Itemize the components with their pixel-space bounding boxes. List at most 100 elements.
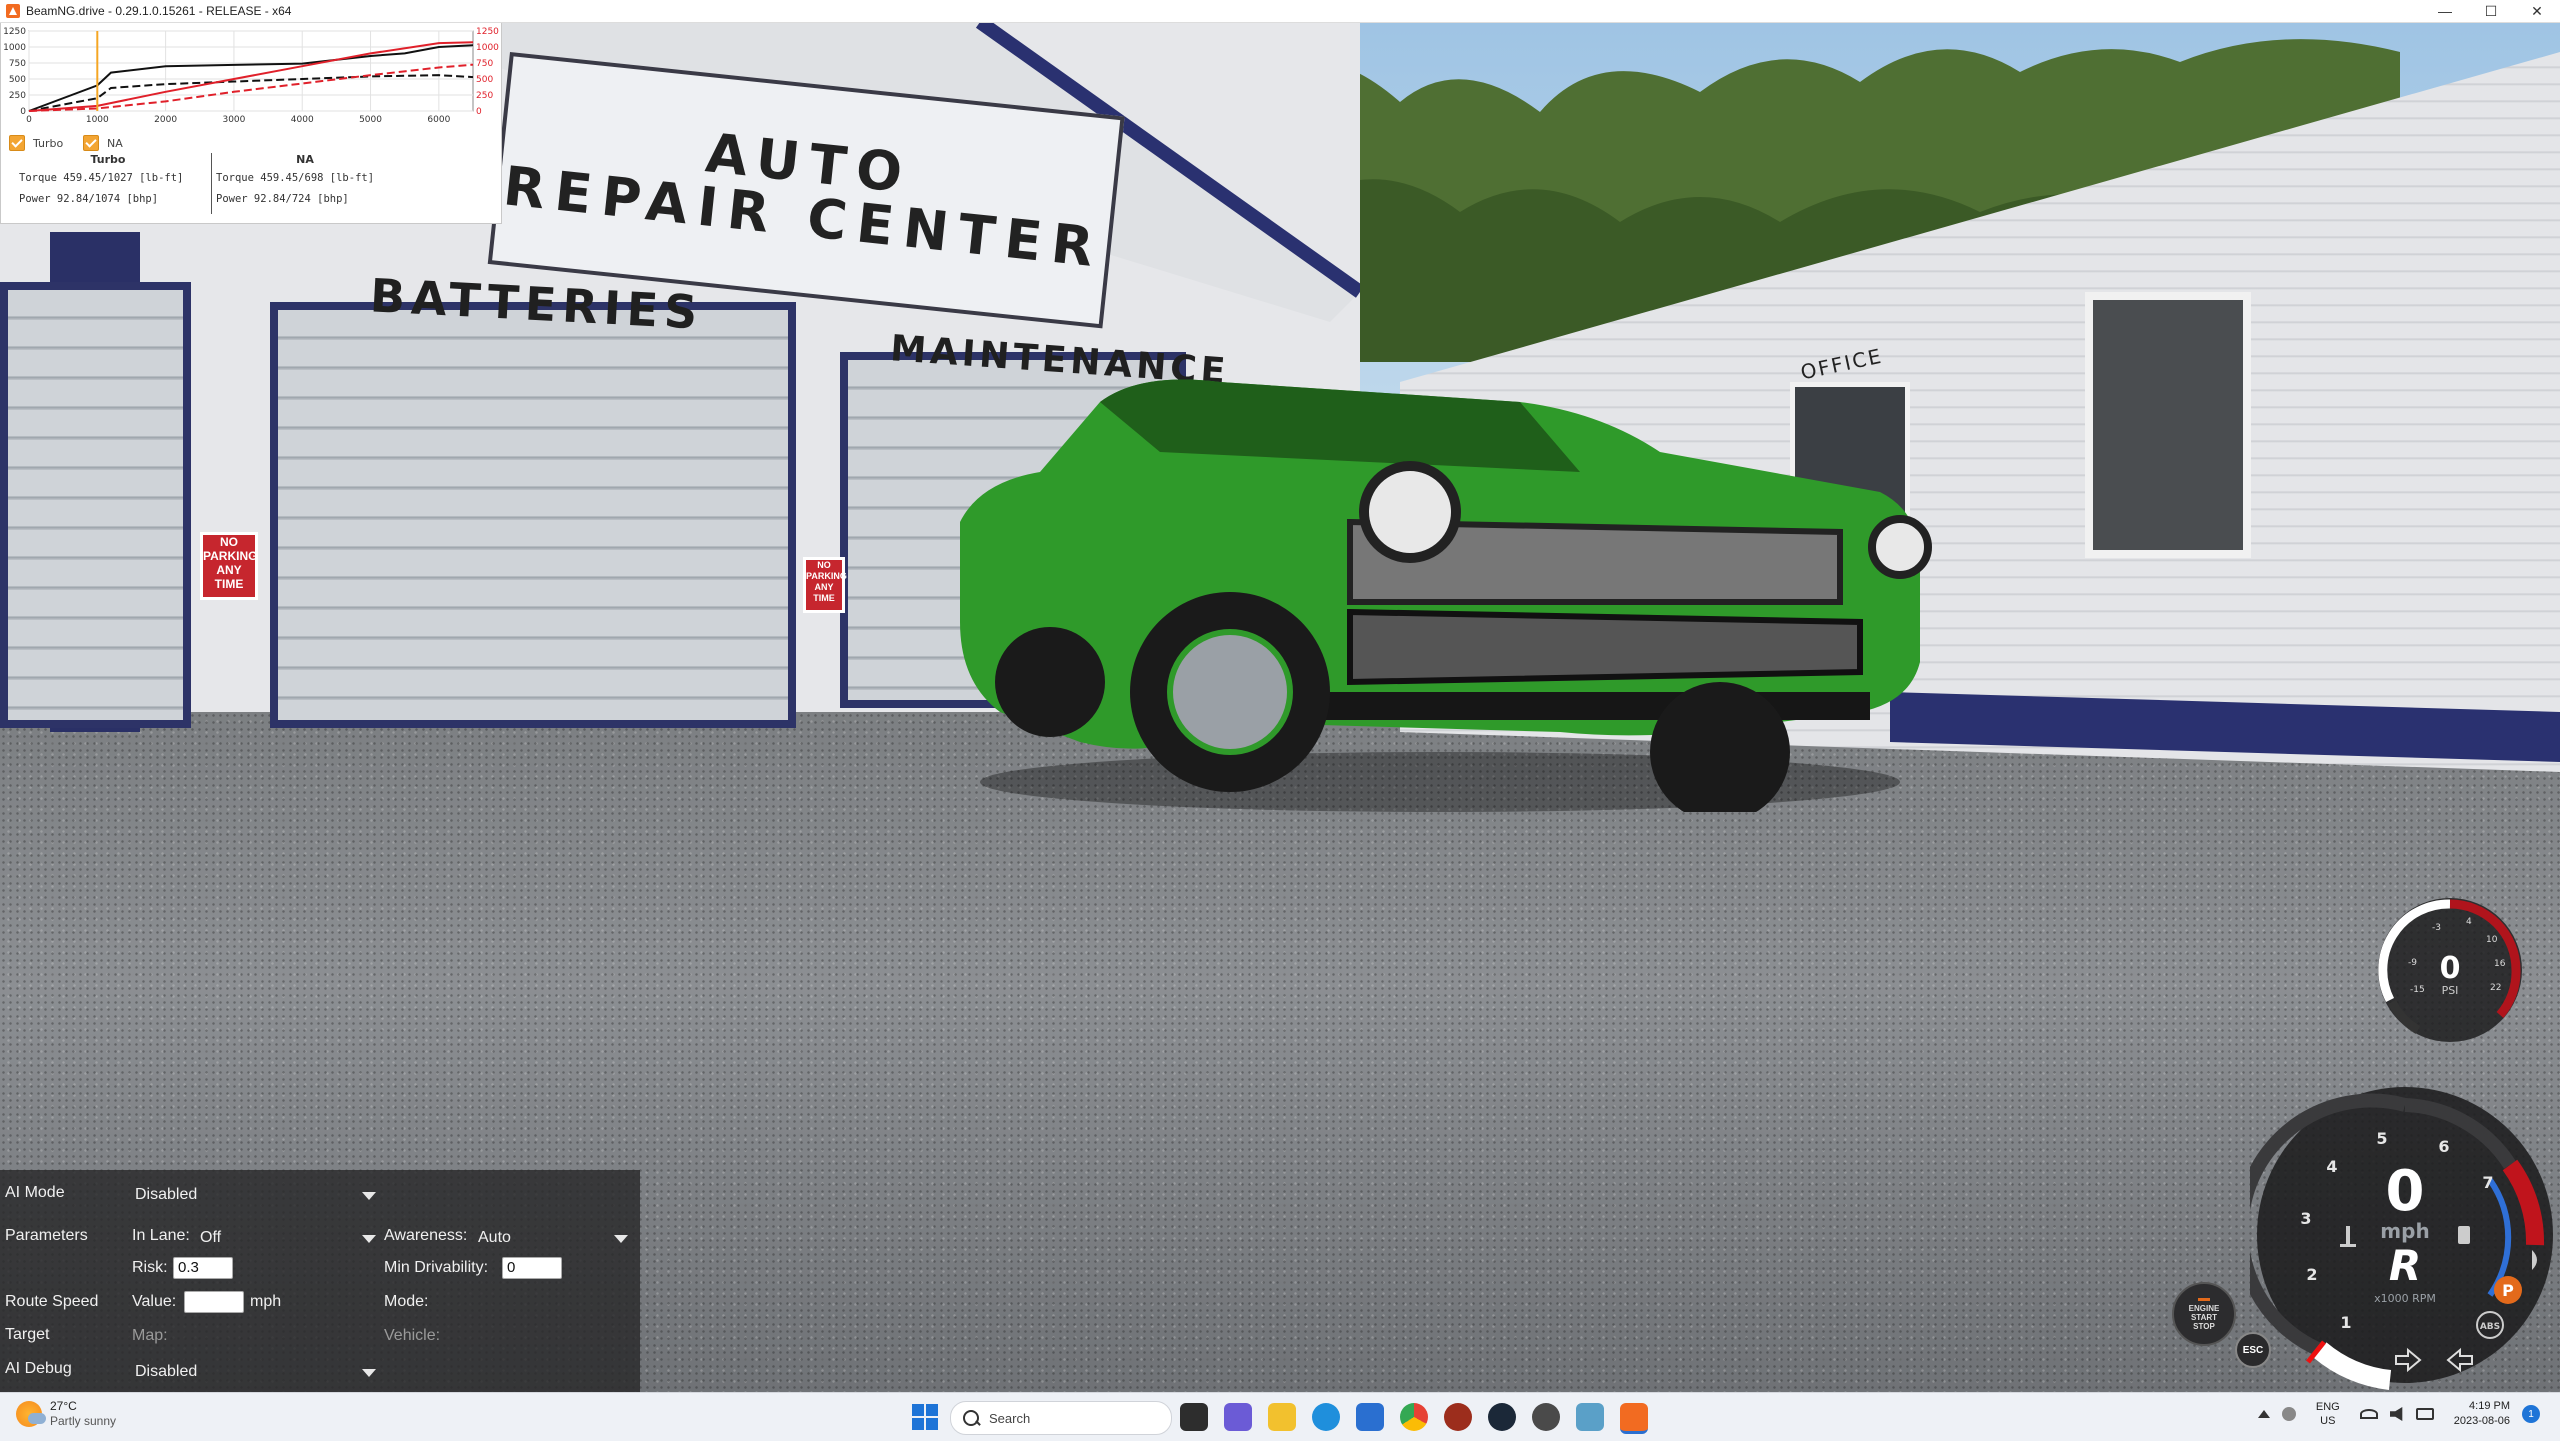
start-stop-line2: START: [2190, 1312, 2218, 1322]
torque-power-graph-panel: 1250 1000 750 500 250 0 1250 1000 750 500 250 0 0 1…: [0, 22, 502, 224]
chrome-icon[interactable]: [1400, 1403, 1428, 1431]
torque-power-chart: 1250 1000 750 500 250 0 1250 1000 750 500 250 0 0 1…: [3, 27, 499, 125]
beamng-app-icon: [6, 4, 20, 18]
left-axis-tick: 750: [9, 59, 26, 69]
x-axis-tick: 1000: [86, 115, 109, 125]
route-speed-label: Route Speed: [5, 1293, 99, 1310]
openai-icon[interactable]: [1532, 1403, 1560, 1431]
ai-control-panel: AI Mode Disabled Parameters In Lane: Off…: [0, 1170, 640, 1392]
right-axis-tick: 500: [476, 75, 493, 85]
rpm-tick: 5: [2376, 1129, 2387, 1148]
rpm-tick: 6: [2438, 1137, 2449, 1156]
minimize-button[interactable]: —: [2422, 0, 2468, 22]
speed-value: 0: [2386, 1159, 2425, 1224]
ai-mode-chevron-down-icon[interactable]: [362, 1192, 376, 1200]
in-lane-chevron-down-icon[interactable]: [362, 1235, 376, 1243]
power-indicator-icon: [2198, 1297, 2210, 1301]
notification-badge[interactable]: 1: [2522, 1405, 2540, 1423]
close-button[interactable]: ✕: [2514, 0, 2560, 22]
gear-indicator: R: [2389, 1241, 2421, 1290]
x-axis-tick: 6000: [427, 115, 450, 125]
right-axis-tick: 0: [476, 107, 482, 117]
turbo-checkbox-label: Turbo: [33, 136, 64, 150]
vehicle-label: Vehicle:: [384, 1327, 441, 1344]
teams-chat-icon[interactable]: [1224, 1403, 1252, 1431]
right-axis-tick: 1250: [476, 27, 499, 37]
start-stop-line3: STOP: [2193, 1321, 2215, 1331]
edge-browser-icon[interactable]: [1312, 1403, 1340, 1431]
ai-debug-label: AI Debug: [5, 1360, 72, 1377]
route-speed-input[interactable]: [184, 1291, 244, 1313]
boost-unit: PSI: [2442, 984, 2459, 997]
beamng-taskbar-icon[interactable]: [1620, 1403, 1648, 1434]
rpm-tick: 3: [2300, 1209, 2311, 1228]
boost-value: 0: [2440, 951, 2461, 986]
na-power: Power 92.84/724 [bhp]: [216, 193, 349, 205]
microsoft-store-icon[interactable]: [1356, 1403, 1384, 1431]
boost-tick: 22: [2490, 983, 2501, 993]
battery-icon[interactable]: [2415, 1408, 2434, 1420]
no-parking-sign: NO PARKING ANY TIME: [200, 532, 258, 600]
turbo-stats: Turbo Torque 459.45/1027 [lb-ft] Power 9…: [19, 153, 197, 214]
ai-debug-select[interactable]: Disabled: [135, 1363, 197, 1381]
weather-desc: Partly sunny: [50, 1414, 117, 1428]
rpm-tick: 1: [2340, 1313, 2351, 1332]
na-checkbox-label: NA: [107, 136, 123, 150]
chart-series: [28, 41, 474, 112]
x-axis-tick: 0: [26, 115, 32, 125]
left-axis-tick: 1250: [3, 27, 26, 37]
ai-mode-select[interactable]: Disabled: [135, 1186, 197, 1204]
x-axis-tick: 4000: [291, 115, 314, 125]
start-stop-line1: ENGINE: [2188, 1303, 2220, 1313]
awareness-select[interactable]: Auto: [478, 1229, 511, 1247]
volume-icon[interactable]: [2389, 1407, 2403, 1421]
in-lane-select[interactable]: Off: [200, 1229, 221, 1247]
settings-app-icon[interactable]: [1576, 1403, 1604, 1431]
right-axis-tick: 750: [476, 59, 493, 69]
taskbar-search[interactable]: Search: [950, 1401, 1172, 1435]
min-drivability-input[interactable]: 0: [502, 1257, 562, 1279]
language-indicator[interactable]: ENG US: [2316, 1400, 2340, 1428]
lang-top: ENG: [2315, 1401, 2340, 1413]
turbo-torque: Torque 459.45/1027 [lb-ft]: [19, 172, 184, 184]
awareness-label: Awareness:: [384, 1227, 468, 1244]
file-explorer-icon[interactable]: [1268, 1403, 1296, 1431]
rpm-tick: 2: [2306, 1265, 2317, 1284]
awareness-chevron-down-icon[interactable]: [614, 1235, 628, 1243]
onedrive-icon[interactable]: [2281, 1407, 2296, 1421]
windows-start-icon[interactable]: [912, 1404, 938, 1430]
clock-time: 4:19 PM: [2469, 1400, 2510, 1412]
in-lane-label: In Lane:: [132, 1227, 190, 1244]
engine-start-stop-button[interactable]: ENGINE START STOP: [2172, 1282, 2236, 1346]
game-launcher-icon[interactable]: [1444, 1403, 1472, 1431]
clock[interactable]: 4:19 PM 2023-08-06: [2454, 1399, 2510, 1429]
esc-button[interactable]: ESC: [2235, 1332, 2271, 1368]
risk-label: Risk:: [132, 1259, 168, 1276]
turbo-checkbox[interactable]: Turbo: [9, 135, 63, 151]
maximize-button[interactable]: ☐: [2468, 0, 2514, 22]
na-stats: NA Torque 459.45/698 [lb-ft] Power 92.84…: [211, 153, 394, 214]
rpm-tick: 7: [2482, 1173, 2493, 1192]
speedometer-tachometer: 1 2 3 4 5 6 7 0 mph R x1000 RPM P ABS: [2250, 1087, 2553, 1390]
weather-widget[interactable]: 27°C Partly sunny: [16, 1399, 116, 1429]
clock-date: 2023-08-06: [2453, 1415, 2510, 1427]
na-checkbox[interactable]: NA: [83, 135, 123, 151]
turbo-stats-heading: Turbo: [90, 153, 126, 166]
risk-input[interactable]: 0.3: [173, 1257, 233, 1279]
turbo-power: Power 92.84/1074 [bhp]: [19, 193, 159, 205]
ai-debug-chevron-down-icon[interactable]: [362, 1369, 376, 1377]
rpm-tick: 4: [2326, 1157, 2337, 1176]
window-title-bar: BeamNG.drive - 0.29.1.0.15261 - RELEASE …: [0, 0, 2560, 23]
partly-sunny-icon: [16, 1401, 46, 1427]
boost-tick: 16: [2494, 959, 2506, 969]
wifi-icon[interactable]: [2359, 1409, 2378, 1419]
series-line: [28, 44, 474, 112]
chevron-up-icon[interactable]: [2257, 1410, 2270, 1418]
parking-brake-label: P: [2502, 1281, 2514, 1300]
boost-tick: 4: [2466, 917, 2472, 927]
abs-label: ABS: [2480, 1322, 2500, 1332]
boost-tick: -15: [2410, 985, 2425, 995]
task-view-icon[interactable]: [1180, 1403, 1208, 1431]
steam-icon[interactable]: [1488, 1403, 1516, 1431]
green-car[interactable]: [960, 362, 1940, 812]
